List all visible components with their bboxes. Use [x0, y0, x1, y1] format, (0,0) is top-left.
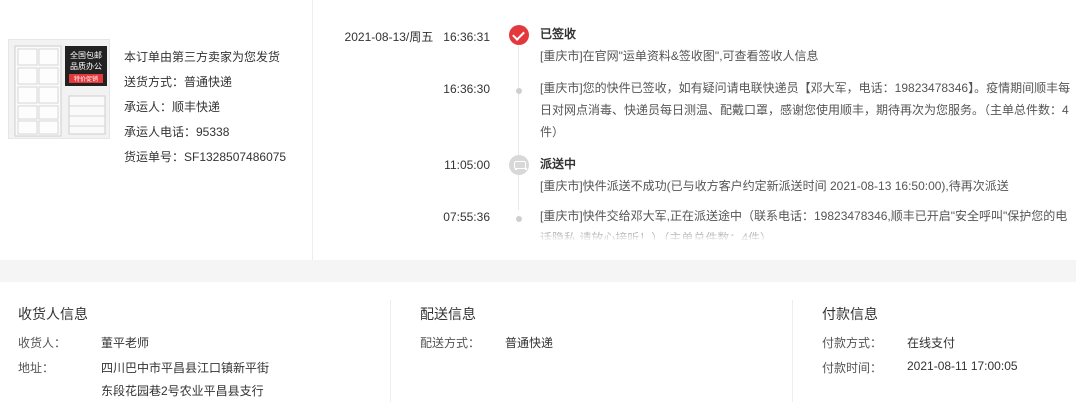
- tracking-timeline[interactable]: 2021-08-13/周五 16:36:31 已签收 [重庆市]在官网"运单资料…: [320, 20, 1072, 240]
- entry-text: [重庆市]您的快件已签收，如有疑问请电联快递员【邓大军，电话：198234783…: [540, 81, 1071, 139]
- banner-line1: 全国包邮: [70, 50, 102, 60]
- promo-badge: 特价促销: [74, 75, 98, 83]
- delivery-section: 配送信息 配送方式： 普通快递: [420, 282, 790, 402]
- seller-note: 本订单由第三方卖家为您发货: [124, 50, 281, 64]
- entry-time: 11:05:00: [444, 158, 490, 172]
- entry-text: [重庆市]快件派送不成功(已与收方客户约定新派送时间 2021-08-13 16…: [540, 179, 1009, 193]
- entry-datetime: 2021-08-13/周五 16:36:31: [345, 28, 490, 45]
- check-circle-icon: [509, 25, 529, 45]
- address-label: 地址：: [18, 361, 55, 375]
- order-info-panel: 收货人信息 收货人： 董平老师 地址： 四川巴中市平昌县江口镇新平街 东段花园巷2号…: [0, 282, 1076, 402]
- address-line2: 东段花园巷2号农业平昌县支行: [101, 384, 264, 398]
- scroll-fade: [320, 222, 1072, 242]
- receiver-name: 董平老师: [101, 336, 150, 350]
- shipping-method: 送货方式：普通快递: [124, 75, 233, 89]
- divider: [792, 300, 793, 402]
- payment-method: 在线支付: [907, 336, 956, 350]
- banner-line2: 品质办公: [70, 61, 102, 71]
- dot-icon: [516, 88, 522, 94]
- receiver-section: 收货人信息 收货人： 董平老师 地址： 四川巴中市平昌县江口镇新平街 东段花园巷2号…: [18, 282, 388, 402]
- carrier: 承运人：顺丰快递: [124, 100, 221, 114]
- divider: [390, 300, 391, 402]
- address-line1: 四川巴中市平昌县江口镇新平街: [101, 361, 270, 375]
- entry-time: 16:36:30: [443, 82, 490, 96]
- divider: [312, 0, 313, 260]
- carrier-phone: 承运人电话：95338: [124, 125, 230, 139]
- delivery-heading: 配送信息: [420, 306, 476, 322]
- entry-status: 已签收: [540, 27, 577, 41]
- delivery-method-label: 配送方式：: [420, 336, 481, 350]
- entry-time: 16:36:31: [443, 30, 490, 44]
- entry-date: 2021-08-13/周五: [344, 30, 434, 44]
- timeline-connector: [518, 170, 519, 210]
- receiver-heading: 收货人信息: [18, 306, 88, 322]
- file-cabinet-image: 全国包邮 品质办公 特价促销: [9, 40, 109, 138]
- receiver-name-label: 收货人：: [18, 336, 67, 350]
- timeline-connector: [518, 94, 519, 156]
- logistics-panel: 全国包邮 品质办公 特价促销 本订单由第三方卖家为您发货 送货方式：普通快递 承…: [0, 0, 1076, 260]
- timeline-connector: [518, 46, 519, 92]
- payment-heading: 付款信息: [822, 306, 878, 322]
- entry-status: 派送中: [540, 157, 577, 171]
- payment-time: 2021-08-11 17:00:05: [907, 359, 1018, 373]
- tracking-number: 货运单号：SF1328507486075: [124, 150, 287, 164]
- payment-section: 付款信息 付款方式： 在线支付 付款时间： 2021-08-11 17:00:05: [822, 282, 1072, 402]
- product-thumbnail[interactable]: 全国包邮 品质办公 特价促销: [8, 39, 110, 139]
- payment-time-label: 付款时间：: [822, 361, 883, 375]
- shipping-info: 本订单由第三方卖家为您发货 送货方式：普通快递 承运人：顺丰快递 承运人电话：9…: [124, 45, 286, 170]
- payment-method-label: 付款方式：: [822, 336, 883, 350]
- truck-icon: [509, 155, 529, 175]
- entry-text: [重庆市]在官网"运单资料&签收图",可查看签收人信息: [540, 49, 819, 63]
- delivery-method: 普通快递: [505, 336, 554, 350]
